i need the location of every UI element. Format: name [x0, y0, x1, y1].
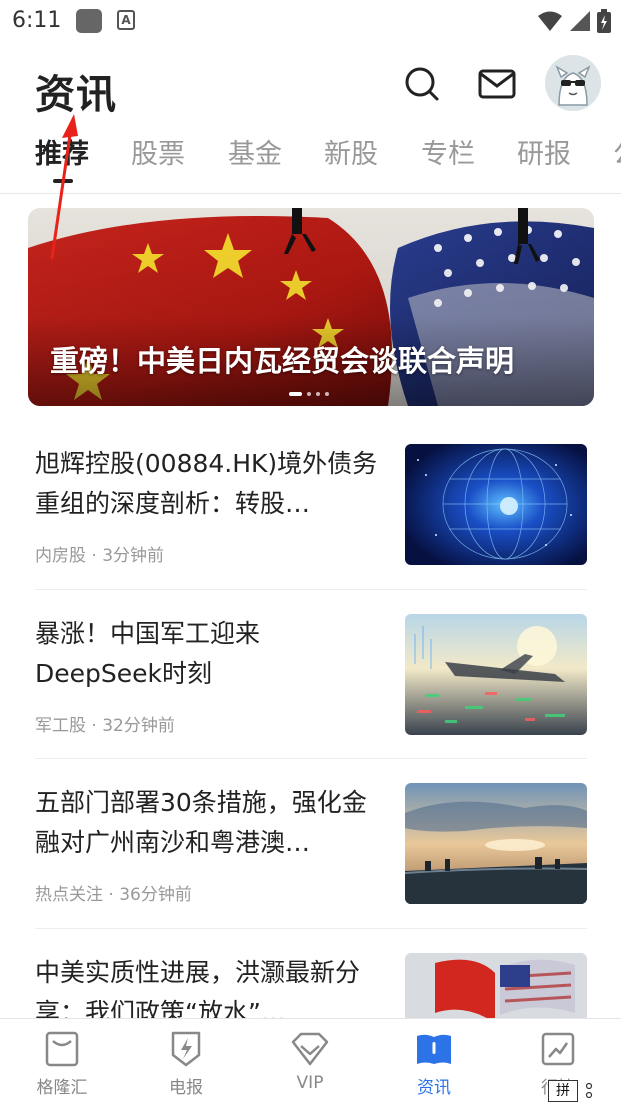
news-time: 36分钟前 — [119, 885, 192, 905]
battery-icon — [597, 9, 611, 33]
news-item[interactable]: 五部门部署30条措施，强化金融对广州南沙和粤港澳… 热点关注 · 36分钟前 — [35, 783, 587, 913]
search-button[interactable] — [402, 64, 442, 104]
news-time: 32分钟前 — [102, 716, 175, 736]
banner-pager — [289, 392, 329, 396]
market-icon — [541, 1032, 575, 1066]
tab-columns[interactable]: 专栏 — [421, 132, 475, 171]
divider — [35, 589, 587, 590]
pager-dot-active — [289, 392, 302, 396]
annotation-arrow — [50, 114, 78, 260]
telegram-icon — [171, 1031, 201, 1067]
divider — [35, 928, 587, 929]
news-item[interactable]: 中美实质性进展，洪灏最新分享：我们政策“放水”… — [35, 953, 587, 1018]
tab-announcements[interactable]: 公 — [613, 132, 621, 171]
news-title: 暴涨！中国军工迎来DeepSeek时刻 — [35, 619, 261, 688]
news-time: 3分钟前 — [102, 546, 165, 566]
meta-separator: · — [86, 716, 103, 736]
nav-label: 电报 — [169, 1078, 203, 1098]
nav-label: 资讯 — [417, 1078, 451, 1098]
news-icon — [417, 1034, 451, 1064]
bottom-nav: 格隆汇 电报 VIP 资讯 — [0, 1018, 621, 1102]
news-title: 中美实质性进展，洪灏最新分享：我们政策“放水”… — [35, 958, 361, 1018]
divider — [35, 758, 587, 759]
search-icon — [405, 67, 439, 101]
status-time: 6:11 — [12, 8, 62, 33]
meta-separator: · — [103, 885, 120, 905]
nav-label: 格隆汇 — [36, 1078, 88, 1098]
nav-item-glh[interactable]: 格隆汇 — [7, 1029, 117, 1099]
news-item[interactable]: 旭辉控股(00884.HK)境外债务重组的深度剖析：转股… 内房股 · 3分钟前 — [35, 444, 587, 574]
signal-icon — [570, 11, 590, 31]
glh-icon — [45, 1031, 79, 1067]
meta-separator: · — [86, 546, 103, 566]
news-title: 旭辉控股(00884.HK)境外债务重组的深度剖析：转股… — [35, 449, 378, 518]
news-thumbnail — [405, 953, 587, 1018]
banner-title: 重磅！中美日内瓦经贸会谈联合声明 — [50, 344, 515, 378]
tab-ipo[interactable]: 新股 — [324, 132, 378, 171]
status-bar: 6:11 A — [0, 0, 621, 42]
ime-pinyin-badge[interactable]: 拼 — [548, 1080, 578, 1102]
nav-item-news[interactable]: 资讯 — [379, 1029, 489, 1099]
pager-dot — [316, 392, 320, 396]
vip-icon — [291, 1032, 329, 1066]
app-icon — [76, 9, 102, 33]
news-tag: 内房股 — [35, 546, 86, 566]
pager-dot — [307, 392, 311, 396]
news-thumbnail — [405, 783, 587, 904]
text-a-icon: A — [117, 10, 135, 30]
tab-funds[interactable]: 基金 — [228, 132, 282, 171]
pager-dot — [325, 392, 329, 396]
mail-button[interactable] — [477, 64, 517, 104]
wifi-icon — [538, 11, 562, 31]
avatar[interactable] — [545, 55, 601, 111]
news-meta: 军工股 · 32分钟前 — [35, 711, 175, 736]
news-thumbnail — [405, 614, 587, 735]
mail-icon — [478, 69, 516, 99]
news-thumbnail — [405, 444, 587, 565]
news-meta: 热点关注 · 36分钟前 — [35, 880, 192, 905]
nav-item-vip[interactable]: VIP — [255, 1029, 365, 1099]
news-title: 五部门部署30条措施，强化金融对广州南沙和粤港澳… — [35, 788, 367, 857]
tab-research[interactable]: 研报 — [517, 132, 571, 171]
nav-item-telegram[interactable]: 电报 — [131, 1029, 241, 1099]
news-tag: 热点关注 — [35, 885, 103, 905]
news-tag: 军工股 — [35, 716, 86, 736]
nav-label: VIP — [296, 1073, 324, 1093]
tab-stocks[interactable]: 股票 — [131, 132, 185, 171]
featured-banner[interactable]: 重磅！中美日内瓦经贸会谈联合声明 — [28, 208, 594, 406]
ime-handle-icon[interactable] — [584, 1082, 594, 1100]
news-meta: 内房股 · 3分钟前 — [35, 541, 164, 566]
news-item[interactable]: 暴涨！中国军工迎来DeepSeek时刻 军工股 · 32分钟前 — [35, 614, 587, 744]
